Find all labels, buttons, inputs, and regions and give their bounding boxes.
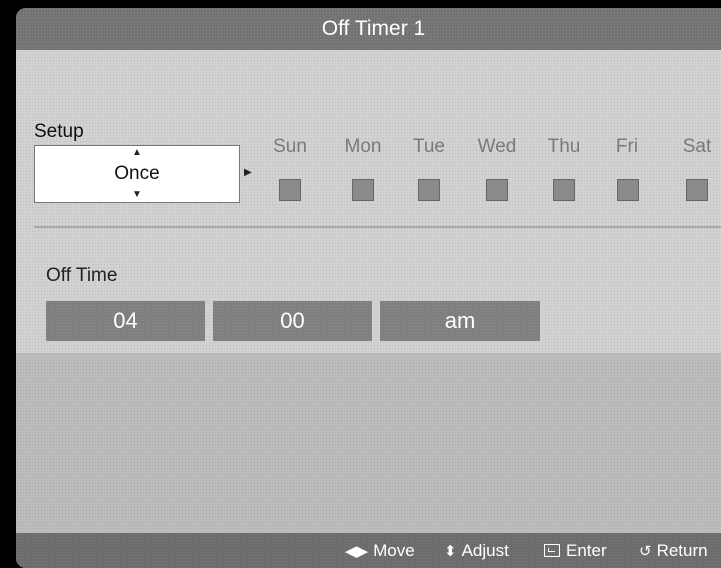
adjust-label: Adjust: [461, 541, 509, 560]
setup-value: Once: [114, 163, 160, 184]
day-label-fri: Fri: [615, 136, 639, 157]
day-checkbox-wed[interactable]: [486, 179, 508, 201]
up-arrow-icon[interactable]: ▲: [35, 148, 239, 158]
help-bar: ◀▶ Move ⬍ Adjust Enter ↺ Return: [16, 533, 721, 568]
day-label-tue: Tue: [412, 136, 446, 157]
day-checkbox-tue[interactable]: [418, 179, 440, 201]
adjust-icon: ⬍: [444, 543, 457, 560]
dialog-title: Off Timer 1: [321, 17, 426, 40]
right-arrow-icon: ▶: [244, 167, 252, 178]
setup-selector[interactable]: ▲ Once ▼: [34, 145, 240, 203]
return-label: Return: [656, 541, 708, 560]
title-bar: Off Timer 1: [16, 8, 721, 50]
day-checkbox-sat[interactable]: [686, 179, 708, 201]
off-time-label: Off Time: [46, 265, 118, 286]
hour-field[interactable]: 04: [46, 301, 205, 341]
ampm-field[interactable]: am: [380, 301, 540, 341]
enter-icon: [544, 544, 560, 557]
divider: [34, 226, 721, 228]
minute-field[interactable]: 00: [213, 301, 372, 341]
day-label-sat: Sat: [682, 136, 712, 157]
move-icon: ◀▶: [345, 543, 369, 560]
day-checkbox-mon[interactable]: [352, 179, 374, 201]
day-label-sun: Sun: [273, 136, 307, 157]
enter-label: Enter: [566, 541, 607, 560]
return-hint: ↺ Return: [639, 533, 708, 568]
move-hint: ◀▶ Move: [345, 533, 415, 568]
day-checkbox-sun[interactable]: [279, 179, 301, 201]
off-timer-dialog: Off Timer 1 Setup ▲ Once ▼ ▶ Sun Mon Tue…: [16, 8, 721, 568]
adjust-hint: ⬍ Adjust: [444, 533, 509, 568]
down-arrow-icon[interactable]: ▼: [35, 190, 239, 200]
day-label-mon: Mon: [344, 136, 382, 157]
enter-hint: Enter: [544, 533, 607, 568]
move-label: Move: [373, 541, 415, 560]
lower-panel: [16, 353, 721, 533]
day-checkbox-thu[interactable]: [553, 179, 575, 201]
day-checkbox-fri[interactable]: [617, 179, 639, 201]
setup-label: Setup: [34, 121, 84, 142]
day-label-wed: Wed: [477, 136, 517, 157]
day-label-thu: Thu: [547, 136, 581, 157]
return-icon: ↺: [639, 543, 652, 560]
